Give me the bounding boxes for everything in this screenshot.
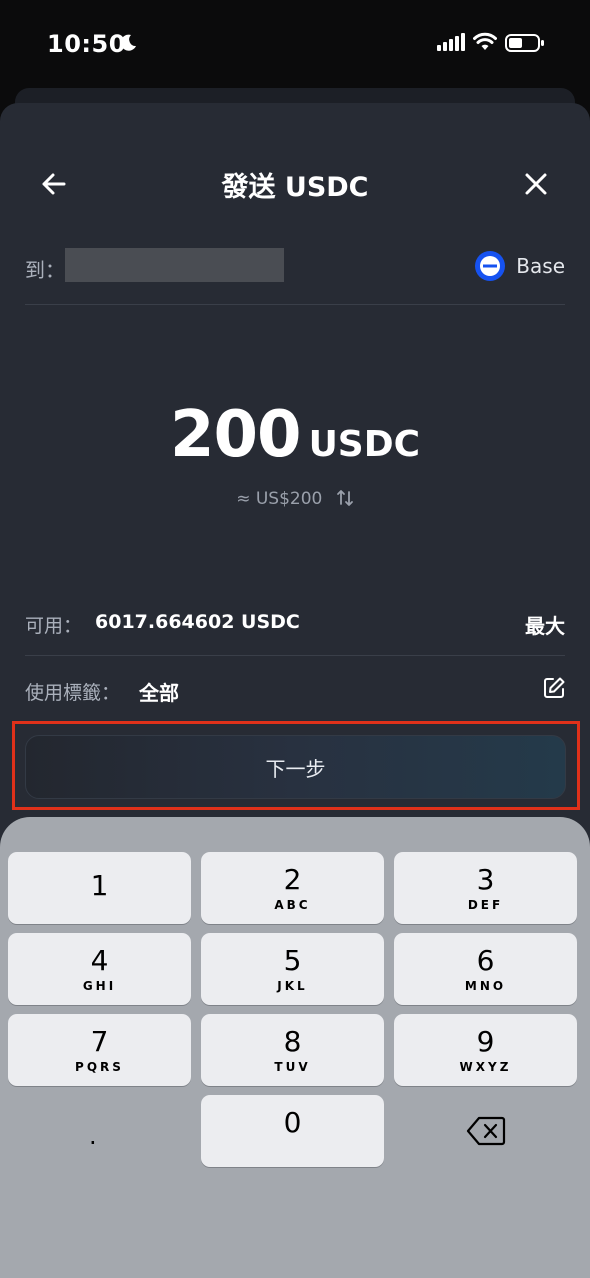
next-button-label: 下一步 [265,756,326,781]
network-label: Base [516,254,565,278]
key-6[interactable]: 6 MNO [394,933,577,1005]
cellular-signal-icon [437,33,465,51]
network-selector[interactable]: Base [474,250,565,282]
key-7[interactable]: 7 PQRS [8,1014,191,1086]
wifi-icon [473,32,497,50]
backspace-icon[interactable] [466,1116,506,1146]
edit-icon[interactable] [542,676,566,700]
key-1[interactable]: 1 [8,852,191,924]
key-5[interactable]: 5 JKL [201,933,384,1005]
moon-icon [120,34,136,51]
battery-icon [505,34,544,52]
status-time: 10:50 [47,30,126,58]
tag-value: 全部 [139,681,179,705]
amount-value: 200 [169,398,302,472]
tag-label: 使用標籤： [25,682,121,704]
swap-arrows-icon[interactable] [336,489,354,507]
status-bar: 10:50 [0,0,590,90]
key-4[interactable]: 4 GHI [8,933,191,1005]
key-0[interactable]: 0 [201,1095,384,1167]
next-button[interactable]: 下一步 [25,735,566,799]
page-title: 發送 USDC [221,172,369,203]
fiat-equivalent[interactable]: ≈ US$200 [0,489,590,509]
amount-unit: USDC [308,424,421,465]
max-button[interactable]: 最大 [525,610,565,639]
amount-display: 200 USDC [0,398,590,472]
key-3[interactable]: 3 DEF [394,852,577,924]
divider [25,655,565,656]
available-balance: 6017.664602 USDC [95,611,300,633]
key-9[interactable]: 9 WXYZ [394,1014,577,1086]
key-2[interactable]: 2 ABC [201,852,384,924]
base-network-icon [475,251,506,281]
fiat-value: ≈ US$200 [236,489,323,509]
key-8[interactable]: 8 TUV [201,1014,384,1086]
divider [25,304,565,305]
close-icon[interactable] [520,168,552,200]
decimal-key[interactable]: . [89,1122,97,1150]
available-label: 可用： [25,615,83,637]
recipient-address-redacted [65,248,284,282]
recipient-label: 到： [25,258,65,282]
